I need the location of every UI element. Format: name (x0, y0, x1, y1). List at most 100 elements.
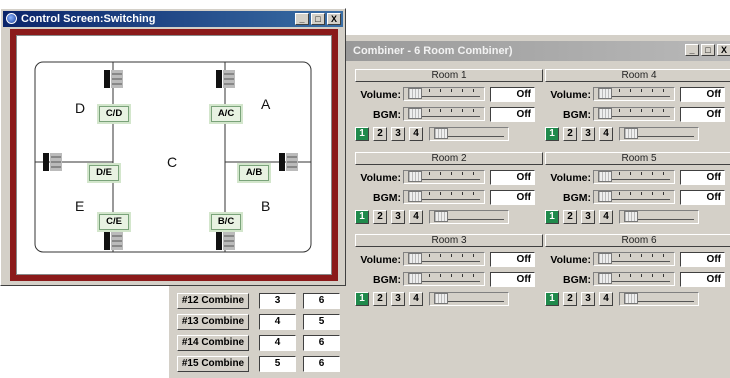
slider-thumb[interactable] (598, 253, 612, 264)
source-2-button[interactable]: 2 (373, 292, 387, 306)
source-4-button[interactable]: 4 (409, 127, 423, 141)
source-4-button[interactable]: 4 (409, 210, 423, 224)
bgm-slider[interactable] (403, 107, 485, 121)
divider-ac-button[interactable]: A/C (211, 106, 241, 122)
bgm-value: Off (680, 107, 725, 122)
maximize-button[interactable]: □ (701, 44, 715, 56)
combine-button[interactable]: #12 Combine (177, 293, 249, 309)
source-1-button[interactable]: 1 (545, 210, 559, 224)
slider-thumb[interactable] (434, 211, 448, 222)
source-3-button[interactable]: 3 (581, 210, 595, 224)
source-level-slider[interactable] (429, 127, 509, 141)
source-1-button[interactable]: 1 (355, 292, 369, 306)
source-3-button[interactable]: 3 (391, 210, 405, 224)
switching-window: Control Screen:Switching _ □ X D A C E B… (0, 8, 346, 286)
bgm-slider[interactable] (403, 190, 485, 204)
slider-thumb[interactable] (598, 273, 612, 284)
source-level-slider[interactable] (619, 292, 699, 306)
combine-room-b: 6 (303, 356, 340, 372)
source-3-button[interactable]: 3 (391, 127, 405, 141)
divider-ce-button[interactable]: C/E (99, 214, 129, 230)
source-4-button[interactable]: 4 (599, 210, 613, 224)
bgm-label: BGM: (373, 192, 401, 204)
volume-slider[interactable] (403, 170, 485, 184)
combine-button[interactable]: #13 Combine (177, 314, 249, 330)
source-1-button[interactable]: 1 (545, 292, 559, 306)
close-button[interactable]: X (327, 13, 341, 25)
room-panel: Room 4 Volume: Off BGM: Off 1234 (545, 69, 730, 149)
room-label-b: B (261, 198, 271, 214)
slider-thumb[interactable] (598, 191, 612, 202)
volume-slider[interactable] (403, 252, 485, 266)
volume-value: Off (680, 170, 725, 185)
source-2-button[interactable]: 2 (563, 127, 577, 141)
source-3-button[interactable]: 3 (581, 292, 595, 306)
source-level-slider[interactable] (429, 292, 509, 306)
slider-thumb[interactable] (408, 88, 422, 99)
maximize-button[interactable]: □ (311, 13, 325, 25)
source-4-button[interactable]: 4 (409, 292, 423, 306)
bgm-slider[interactable] (593, 272, 675, 286)
source-2-button[interactable]: 2 (563, 292, 577, 306)
source-3-button[interactable]: 3 (391, 292, 405, 306)
slider-thumb[interactable] (624, 128, 638, 139)
volume-label: Volume: (360, 254, 401, 266)
volume-slider[interactable] (593, 170, 675, 184)
divider-cd-button[interactable]: C/D (99, 106, 129, 122)
source-level-slider[interactable] (429, 210, 509, 224)
slider-thumb[interactable] (408, 108, 422, 119)
source-row: 1234 (545, 210, 730, 226)
room-header: Room 6 (545, 234, 730, 247)
bgm-slider[interactable] (403, 272, 485, 286)
slider-thumb[interactable] (408, 253, 422, 264)
slider-thumb[interactable] (434, 293, 448, 304)
switching-title-bar[interactable]: Control Screen:Switching _ □ X (3, 11, 343, 27)
volume-slider[interactable] (403, 87, 485, 101)
bgm-label: BGM: (373, 274, 401, 286)
slider-thumb[interactable] (624, 293, 638, 304)
slider-thumb[interactable] (598, 171, 612, 182)
volume-slider[interactable] (593, 87, 675, 101)
source-row: 1234 (545, 292, 730, 308)
slider-thumb[interactable] (598, 108, 612, 119)
source-4-button[interactable]: 4 (599, 292, 613, 306)
volume-label: Volume: (550, 172, 591, 184)
divider-de-button[interactable]: D/E (89, 165, 119, 181)
source-1-button[interactable]: 1 (545, 127, 559, 141)
source-2-button[interactable]: 2 (373, 210, 387, 224)
slider-thumb[interactable] (408, 273, 422, 284)
combine-button[interactable]: #15 Combine (177, 356, 249, 372)
source-level-slider[interactable] (619, 127, 699, 141)
source-1-button[interactable]: 1 (355, 210, 369, 224)
divider-ab-button[interactable]: A/B (239, 165, 269, 181)
source-1-button[interactable]: 1 (355, 127, 369, 141)
combine-room-b: 6 (303, 293, 340, 309)
source-row: 1234 (545, 127, 730, 143)
bgm-slider[interactable] (593, 107, 675, 121)
source-2-button[interactable]: 2 (563, 210, 577, 224)
bgm-slider[interactable] (593, 190, 675, 204)
slider-thumb[interactable] (408, 191, 422, 202)
minimize-button[interactable]: _ (295, 13, 309, 25)
volume-value: Off (680, 252, 725, 267)
combine-row: #15 Combine 5 6 (177, 356, 340, 372)
combine-button[interactable]: #14 Combine (177, 335, 249, 351)
slider-thumb[interactable] (624, 211, 638, 222)
volume-slider[interactable] (593, 252, 675, 266)
source-3-button[interactable]: 3 (581, 127, 595, 141)
source-level-slider[interactable] (619, 210, 699, 224)
bgm-label: BGM: (563, 192, 591, 204)
slider-thumb[interactable] (434, 128, 448, 139)
combine-room-a: 4 (259, 314, 296, 330)
source-4-button[interactable]: 4 (599, 127, 613, 141)
minimize-button[interactable]: _ (685, 44, 699, 56)
slider-thumb[interactable] (598, 88, 612, 99)
divider-bc-button[interactable]: B/C (211, 214, 241, 230)
slider-thumb[interactable] (408, 171, 422, 182)
app-logo-icon (6, 13, 17, 24)
close-button[interactable]: X (717, 44, 730, 56)
source-2-button[interactable]: 2 (373, 127, 387, 141)
source-row: 1234 (355, 292, 543, 308)
room-panel: Room 3 Volume: Off BGM: Off 1234 (355, 234, 543, 314)
combine-room-a: 4 (259, 335, 296, 351)
